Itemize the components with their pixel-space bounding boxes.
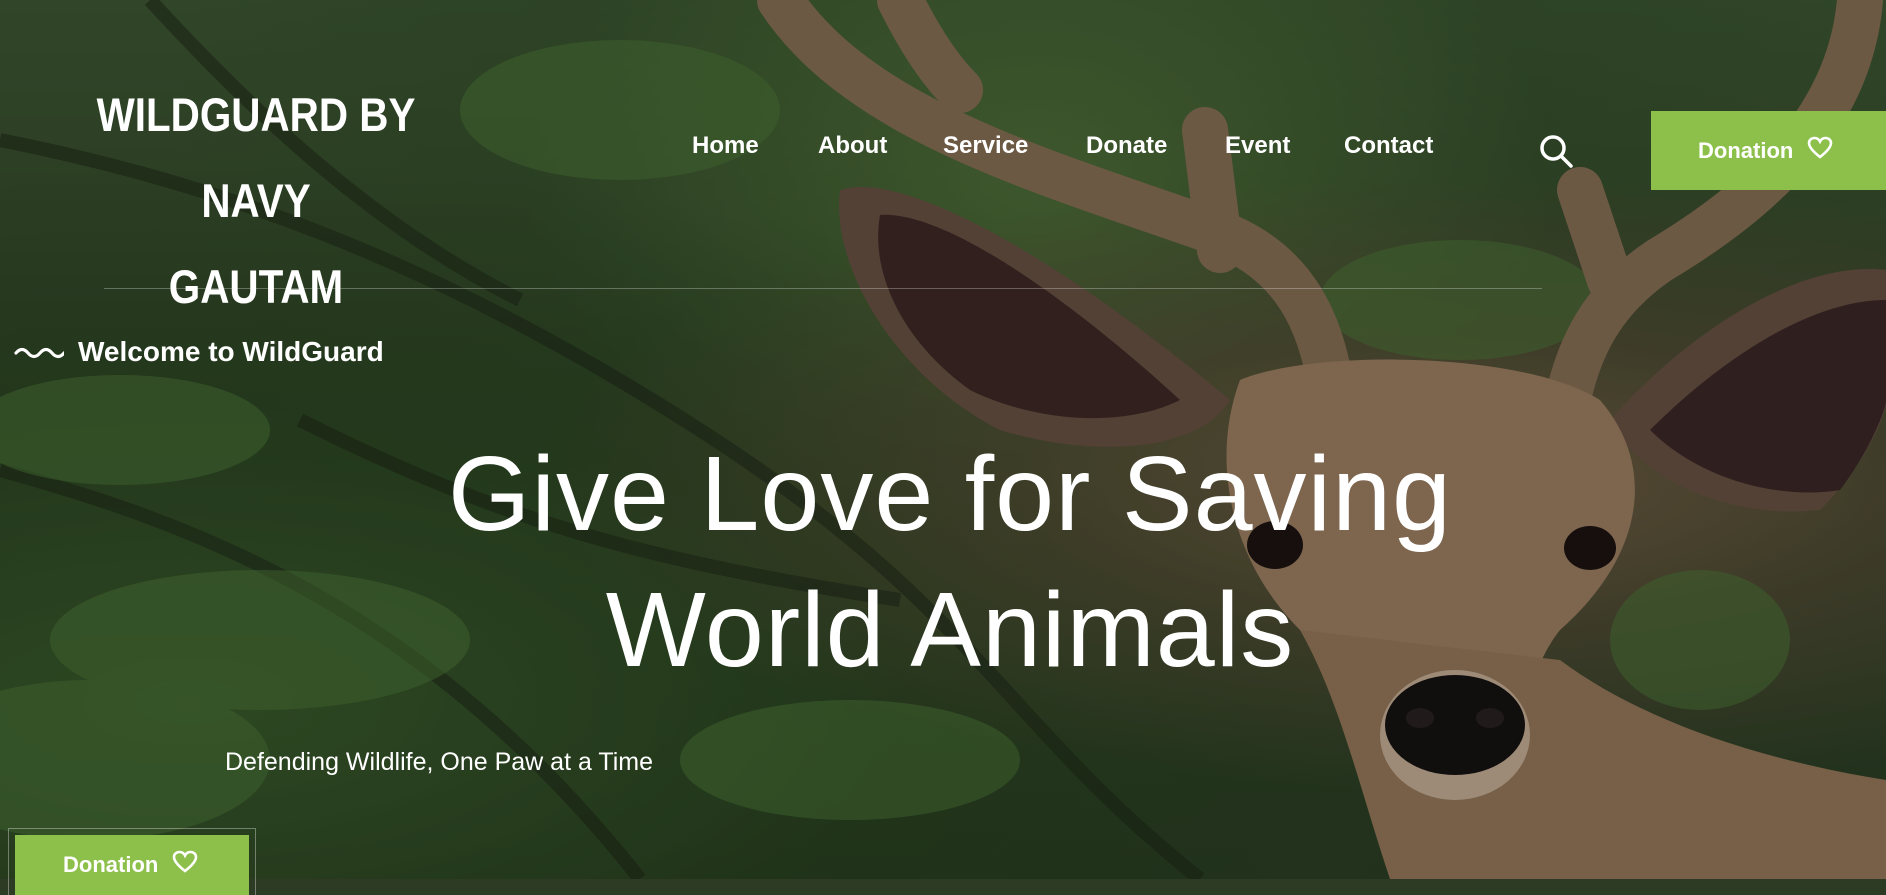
welcome-text: Welcome to WildGuard	[78, 336, 384, 367]
heart-icon	[172, 850, 198, 880]
headline-line-1: Give Love for Saving	[448, 435, 1452, 553]
site-logo[interactable]: WILDGUARD BY NAVY GAUTAM	[70, 72, 442, 330]
nav-contact[interactable]: Contact	[1344, 132, 1433, 160]
header-divider	[104, 288, 1542, 289]
logo-line-1: WILDGUARD BY NAVY	[96, 88, 416, 227]
wave-icon	[14, 336, 66, 368]
search-icon[interactable]	[1538, 133, 1574, 169]
heart-icon	[1807, 136, 1833, 166]
nav-home[interactable]: Home	[692, 132, 759, 160]
logo-line-2: GAUTAM	[168, 260, 344, 313]
hero-headline: Give Love for Saving World Animals	[380, 432, 1520, 692]
nav-about[interactable]: About	[818, 132, 887, 160]
nav-event[interactable]: Event	[1225, 132, 1290, 160]
donation-label: Donation	[63, 852, 159, 877]
donation-label: Donation	[1698, 137, 1794, 163]
nav-service[interactable]: Service	[943, 132, 1028, 160]
hero-tagline: Defending Wildlife, One Paw at a Time	[225, 748, 653, 776]
nav-donate[interactable]: Donate	[1086, 132, 1167, 160]
donation-button-hero[interactable]: Donation	[8, 828, 256, 895]
headline-line-2: World Animals	[605, 571, 1295, 689]
hero-eyebrow: Welcome to WildGuard	[14, 336, 384, 368]
donation-button-header[interactable]: Donation	[1651, 111, 1886, 190]
